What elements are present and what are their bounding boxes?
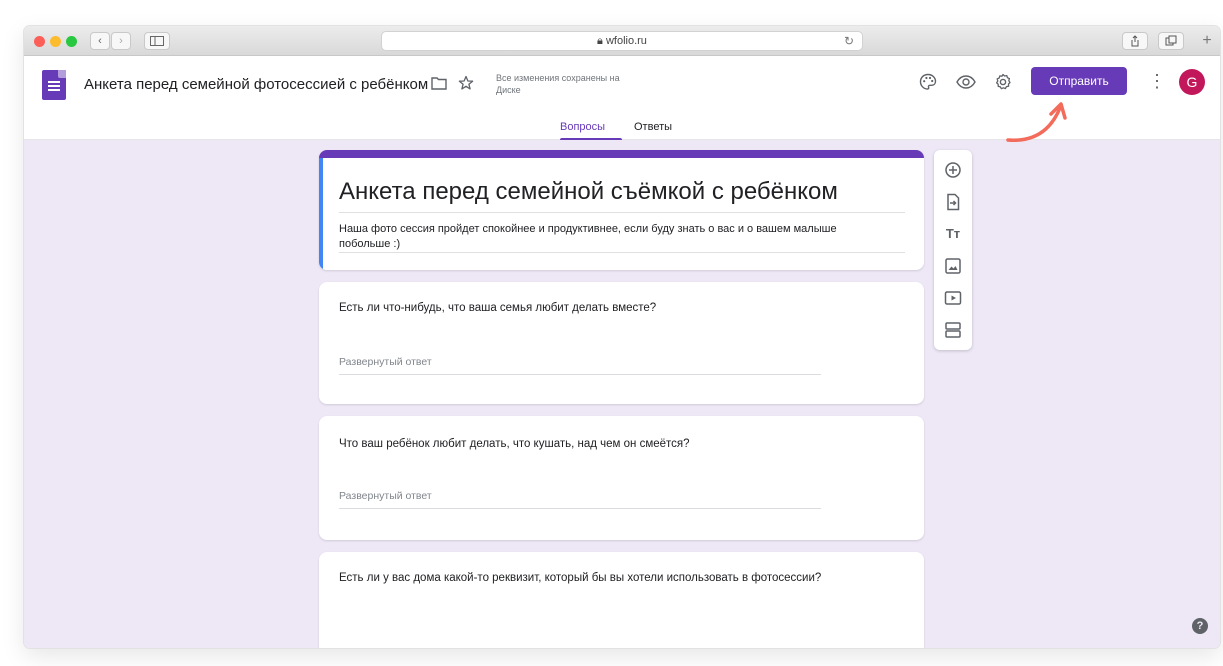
minimize-window-button[interactable] bbox=[50, 36, 61, 47]
url-text: wfolio.ru bbox=[605, 35, 647, 47]
share-icon bbox=[1131, 35, 1139, 47]
save-status: Все изменения сохранены на Диске bbox=[496, 73, 620, 95]
address-bar[interactable]: 🔒︎ wfolio.ru ↻ bbox=[381, 31, 863, 51]
settings-gear-icon[interactable] bbox=[994, 73, 1012, 91]
form-title-card[interactable]: Анкета перед семейной съёмкой с ребёнком… bbox=[319, 150, 924, 270]
back-button[interactable]: ‹ bbox=[90, 32, 110, 50]
add-question-icon[interactable] bbox=[943, 160, 963, 180]
form-description[interactable]: Наша фото сессия пройдет спокойнее и про… bbox=[339, 222, 879, 252]
folder-icon[interactable] bbox=[431, 76, 447, 90]
annotation-arrow-icon bbox=[1006, 102, 1067, 142]
tabs-icon bbox=[1165, 35, 1177, 46]
preview-eye-icon[interactable] bbox=[956, 74, 976, 90]
forward-button[interactable]: › bbox=[111, 32, 131, 50]
zoom-window-button[interactable] bbox=[66, 36, 77, 47]
new-tab-button[interactable]: + bbox=[1196, 30, 1218, 52]
document-title[interactable]: Анкета перед семейной фотосессией с ребё… bbox=[84, 76, 428, 93]
sidebar-icon bbox=[150, 36, 164, 46]
title-card-accent-bar bbox=[319, 150, 924, 158]
import-questions-icon[interactable] bbox=[943, 192, 963, 212]
screenshot-stage: ‹ › 🔒︎ wfolio.ru ↻ + Анкета перед семейн… bbox=[0, 0, 1223, 666]
question-card[interactable]: Есть ли у вас дома какой-то реквизит, ко… bbox=[319, 552, 924, 648]
google-forms-logo[interactable] bbox=[42, 70, 66, 100]
form-editor-area: Анкета перед семейной съёмкой с ребёнком… bbox=[24, 140, 1220, 648]
question-card[interactable]: Что ваш ребёнок любит делать, что кушать… bbox=[319, 416, 924, 540]
more-options-icon[interactable]: ⋮ bbox=[1148, 72, 1166, 90]
share-button[interactable] bbox=[1122, 32, 1148, 50]
tabs-overview-button[interactable] bbox=[1158, 32, 1184, 50]
browser-window: ‹ › 🔒︎ wfolio.ru ↻ + Анкета перед семейн… bbox=[24, 26, 1220, 648]
selected-card-indicator bbox=[319, 158, 323, 270]
add-image-icon[interactable] bbox=[943, 256, 963, 276]
browser-toolbar: ‹ › 🔒︎ wfolio.ru ↻ + bbox=[24, 26, 1220, 56]
question-card[interactable]: Есть ли что-нибудь, что ваша семья любит… bbox=[319, 282, 924, 404]
description-underline bbox=[339, 252, 905, 253]
question-toolbar: Tт bbox=[934, 150, 972, 350]
help-icon[interactable]: ? bbox=[1192, 618, 1208, 634]
account-avatar[interactable]: G bbox=[1179, 69, 1205, 95]
tab-questions[interactable]: Вопросы bbox=[560, 120, 605, 134]
question-text[interactable]: Есть ли что-нибудь, что ваша семья любит… bbox=[339, 302, 656, 314]
palette-icon[interactable] bbox=[919, 73, 937, 91]
title-underline bbox=[339, 212, 905, 213]
answer-underline bbox=[339, 374, 821, 375]
long-answer-placeholder: Развернутый ответ bbox=[339, 490, 432, 502]
lock-icon: 🔒︎ bbox=[597, 35, 603, 47]
form-title[interactable]: Анкета перед семейной съёмкой с ребёнком bbox=[339, 178, 838, 206]
question-text[interactable]: Что ваш ребёнок любит делать, что кушать… bbox=[339, 438, 690, 450]
sidebar-toggle-button[interactable] bbox=[144, 32, 170, 50]
reload-icon[interactable]: ↻ bbox=[844, 32, 854, 50]
add-section-icon[interactable] bbox=[943, 320, 963, 340]
answer-underline bbox=[339, 508, 821, 509]
send-button[interactable]: Отправить bbox=[1031, 67, 1127, 95]
add-title-icon[interactable]: Tт bbox=[943, 224, 963, 244]
star-icon[interactable] bbox=[458, 75, 474, 91]
tab-answers[interactable]: Ответы bbox=[634, 120, 672, 134]
close-window-button[interactable] bbox=[34, 36, 45, 47]
add-video-icon[interactable] bbox=[943, 288, 963, 308]
long-answer-placeholder: Развернутый ответ bbox=[339, 356, 432, 368]
question-text[interactable]: Есть ли у вас дома какой-то реквизит, ко… bbox=[339, 572, 821, 584]
